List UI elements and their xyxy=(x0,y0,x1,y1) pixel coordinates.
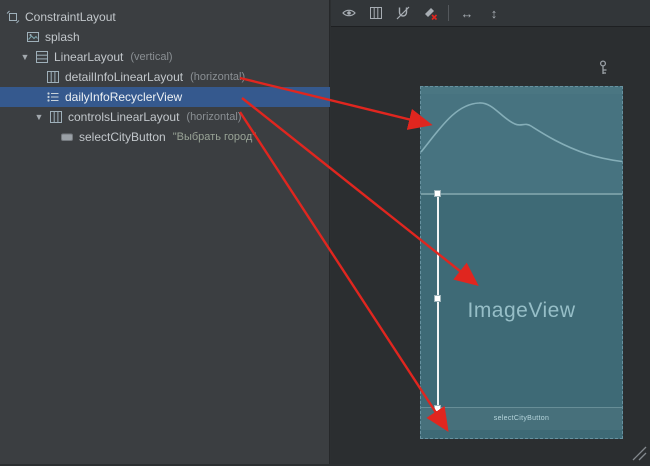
tree-item-meta: (vertical) xyxy=(130,51,172,63)
key-icon xyxy=(597,60,609,75)
linearlayout-horizontal-icon xyxy=(46,70,60,84)
view-options-button[interactable] xyxy=(340,4,358,22)
expand-vertically-button[interactable]: ↕ xyxy=(485,4,503,22)
toolbar-separator xyxy=(448,5,449,21)
imageview-icon xyxy=(26,30,40,44)
section-divider xyxy=(421,193,622,195)
tree-item-value: "Выбрать город" xyxy=(173,131,256,143)
tree-item-label: detailInfoLinearLayout xyxy=(65,70,183,84)
component-tree-panel: ConstraintLayout splash ▼ LinearLayout (… xyxy=(0,0,330,464)
tree-item-label: LinearLayout xyxy=(54,50,123,64)
clear-constraints-button[interactable] xyxy=(421,4,439,22)
tree-item-label: selectCityButton xyxy=(79,130,166,144)
button-icon xyxy=(60,130,74,144)
select-city-button-region[interactable]: selectCityButton xyxy=(421,407,622,430)
linearlayout-vertical-icon xyxy=(35,50,49,64)
expand-horizontally-button[interactable]: ↔ xyxy=(458,4,476,22)
resize-handle-bottom[interactable] xyxy=(434,405,441,412)
tree-item-meta: (horizontal) xyxy=(186,111,241,123)
autoconnect-off-magnet-icon[interactable] xyxy=(394,4,412,22)
tree-item-detailinfolinearlayout[interactable]: detailInfoLinearLayout (horizontal) xyxy=(0,67,330,87)
resize-handle-top[interactable] xyxy=(434,190,441,197)
linearlayout-horizontal-icon xyxy=(49,110,63,124)
tree-item-label: ConstraintLayout xyxy=(25,10,116,24)
tree-item-linearlayout[interactable]: ▼ LinearLayout (vertical) xyxy=(0,47,330,67)
tree-item-selectcitybutton[interactable]: selectCityButton "Выбрать город" xyxy=(0,127,330,147)
tree-item-constraintlayout[interactable]: ConstraintLayout xyxy=(0,7,330,27)
resize-handle-middle[interactable] xyxy=(434,295,441,302)
tree-item-label: controlsLinearLayout xyxy=(68,110,179,124)
imageview-region[interactable]: ImageView xyxy=(421,299,622,323)
device-preview[interactable]: ImageView selectCityButton xyxy=(420,86,623,439)
chevron-down-icon[interactable]: ▼ xyxy=(20,53,30,62)
constraintlayout-icon xyxy=(6,10,20,24)
tree-item-label: splash xyxy=(45,30,80,44)
tree-item-dailyinforecyclerview[interactable]: dailyInfoRecyclerView xyxy=(0,87,330,107)
recyclerview-icon xyxy=(46,90,60,104)
resize-grip[interactable] xyxy=(632,446,647,461)
tree-item-label: dailyInfoRecyclerView xyxy=(65,90,182,104)
chevron-down-icon[interactable]: ▼ xyxy=(34,113,44,122)
blueprint-mode-button[interactable] xyxy=(367,4,385,22)
tree-item-splash[interactable]: splash xyxy=(0,27,330,47)
tree-item-controlslinearlayout[interactable]: ▼ controlsLinearLayout (horizontal) xyxy=(0,107,330,127)
tree-item-meta: (horizontal) xyxy=(190,71,245,83)
detail-info-graph-region[interactable] xyxy=(421,94,622,193)
design-toolbar: ↔ ↕ xyxy=(331,0,650,27)
status-bar-region xyxy=(421,87,622,94)
